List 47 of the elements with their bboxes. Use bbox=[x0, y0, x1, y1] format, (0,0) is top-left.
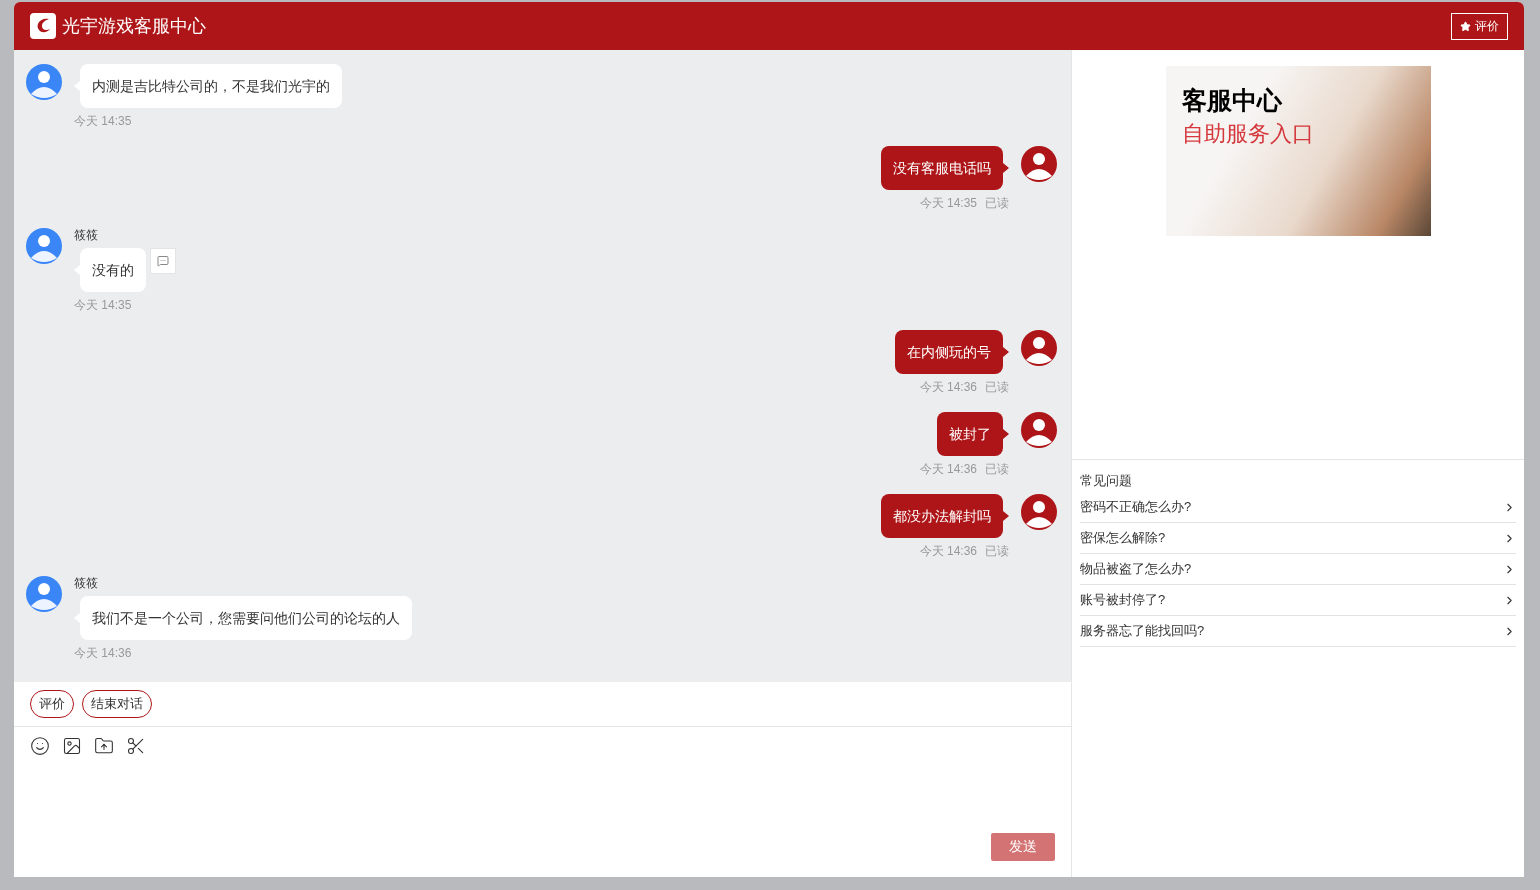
message-time: 今天 14:36 bbox=[919, 544, 977, 558]
faq-item[interactable]: 密码不正确怎么办? bbox=[1080, 492, 1516, 523]
message-bubble: 内测是吉比特公司的，不是我们光宇的 bbox=[80, 64, 342, 108]
read-status: 已读 bbox=[985, 544, 1009, 558]
message-bubble: 没有的 bbox=[80, 248, 146, 292]
avatar-icon bbox=[1021, 412, 1057, 448]
faq-item[interactable]: 密保怎么解除? bbox=[1080, 523, 1516, 554]
sender-name: 筱筱 bbox=[74, 228, 98, 242]
message-time: 今天 14:36 bbox=[74, 646, 132, 660]
message-bubble: 我们不是一个公司，您需要问他们公司的论坛的人 bbox=[80, 596, 412, 640]
emoji-icon[interactable] bbox=[30, 736, 50, 756]
image-icon[interactable] bbox=[62, 736, 82, 756]
avatar-icon bbox=[26, 576, 62, 612]
read-status: 已读 bbox=[985, 380, 1009, 394]
avatar-icon bbox=[26, 228, 62, 264]
faq-title: 常见问题 bbox=[1080, 472, 1133, 490]
faq-item[interactable]: 服务器忘了能找回吗? bbox=[1080, 616, 1516, 647]
service-banner[interactable]: 客服中心 自助服务入口 bbox=[1165, 66, 1431, 236]
faq-item[interactable]: 物品被盗了怎么办? bbox=[1080, 554, 1516, 585]
logo-icon bbox=[30, 13, 56, 39]
scissors-icon[interactable] bbox=[126, 736, 146, 756]
message-bubble: 被封了 bbox=[937, 412, 1003, 456]
comment-icon[interactable] bbox=[150, 248, 176, 274]
read-status: 已读 bbox=[985, 462, 1009, 476]
message-time: 今天 14:36 bbox=[919, 380, 977, 394]
folder-upload-icon[interactable] bbox=[94, 736, 114, 756]
read-status: 已读 bbox=[985, 196, 1009, 210]
avatar-icon bbox=[26, 64, 62, 100]
message-time: 今天 14:35 bbox=[919, 196, 977, 210]
message-time: 今天 14:36 bbox=[919, 462, 977, 476]
avatar-icon bbox=[1021, 146, 1057, 182]
avatar-icon bbox=[1021, 330, 1057, 366]
message-bubble: 都没办法解封吗 bbox=[881, 494, 1003, 538]
message-time: 今天 14:35 bbox=[74, 114, 132, 128]
message-bubble: 没有客服电话吗 bbox=[881, 146, 1003, 190]
sender-name: 筱筱 bbox=[74, 576, 98, 590]
app-title: 光宇游戏客服中心 bbox=[62, 15, 207, 38]
quick-action-button[interactable]: 结束对话 bbox=[82, 690, 152, 718]
avatar-icon bbox=[1021, 494, 1057, 530]
star-icon bbox=[1460, 20, 1471, 32]
faq-item[interactable]: 账号被封停了? bbox=[1080, 585, 1516, 616]
banner-subtitle: 自助服务入口 bbox=[1181, 120, 1315, 148]
message-bubble: 在内侧玩的号 bbox=[895, 330, 1003, 374]
message-time: 今天 14:35 bbox=[74, 298, 132, 312]
banner-title: 客服中心 bbox=[1181, 85, 1283, 116]
rate-button[interactable]: 评价 bbox=[1451, 12, 1508, 40]
quick-action-button[interactable]: 评价 bbox=[30, 690, 74, 718]
